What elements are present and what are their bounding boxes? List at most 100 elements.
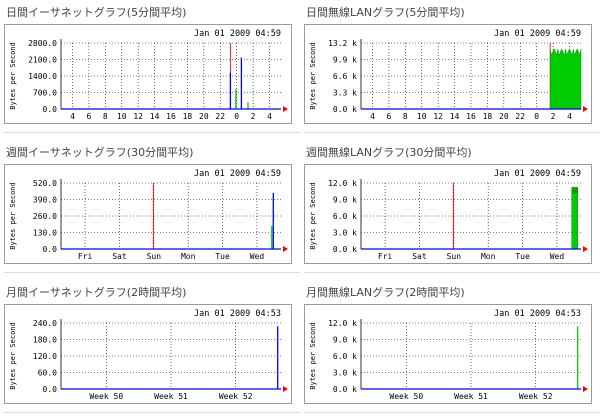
x-tick-label: Sun xyxy=(147,252,162,261)
y-tick-label: 9.9 k xyxy=(333,56,357,65)
graph-timestamp: Jan 01 2009 04:59 xyxy=(194,29,281,39)
x-tick-label: Tue xyxy=(215,252,230,261)
axis-arrow-icon xyxy=(283,386,288,392)
graph-timestamp: Jan 01 2009 04:53 xyxy=(494,309,581,319)
x-tick-label: Mon xyxy=(181,252,196,261)
y-tick-label: 12.0 k xyxy=(328,179,357,188)
y-tick-label: 2800.0 xyxy=(28,39,57,48)
y-axis-label: Bytes per Second xyxy=(309,182,317,249)
x-tick-label: 20 xyxy=(199,112,209,121)
y-tick-label: 0.0 k xyxy=(333,385,357,394)
graph-title: 月間イーサネットグラフ(2時間平均) xyxy=(6,286,187,299)
axis-arrow-icon xyxy=(583,386,588,392)
y-tick-label: 700.0 xyxy=(33,89,57,98)
y-axis-label: Bytes per Second xyxy=(309,322,317,389)
graph-svg: Jan 01 2009 04:53 Bytes per Second 240.0 18… xyxy=(9,309,288,401)
x-tick-label: 6 xyxy=(86,112,91,121)
x-tick-label: 4 xyxy=(267,112,272,121)
axis-arrow-icon xyxy=(283,246,288,252)
y-tick-label: 6.0 k xyxy=(333,212,357,221)
x-tick-label: 22 xyxy=(215,112,225,121)
x-tick-label: 4 xyxy=(70,112,75,121)
graph-svg: Jan 01 2009 04:53 Bytes per Second 12.0 k 9… xyxy=(309,309,588,401)
panel-divider xyxy=(4,272,300,273)
x-tick-label: 16 xyxy=(466,112,476,121)
graph-timestamp: Jan 01 2009 04:59 xyxy=(494,169,581,179)
graph-title: 週間無線LANグラフ(30分間平均) xyxy=(306,146,472,159)
graph-svg: Jan 01 2009 04:59 Bytes per Second 2800.0 2… xyxy=(9,29,288,121)
graph-panel-5: 月間イーサネットグラフ(2時間平均) Jan 01 2009 04:53 Bytes… xyxy=(4,282,300,420)
graph-panel-2: 日間無線LANグラフ(5分間平均) Jan 01 2009 04:59 Bytes … xyxy=(304,2,600,140)
x-tick-label: Week 51 xyxy=(454,392,488,401)
x-tick-label: 12 xyxy=(133,112,143,121)
x-tick-label: Fri xyxy=(378,252,393,261)
y-tick-label: 240.0 xyxy=(33,319,57,328)
x-tick-label: 14 xyxy=(450,112,460,121)
y-tick-label: 3.0 k xyxy=(333,369,357,378)
x-tick-label: Sat xyxy=(112,252,127,261)
x-tick-label: 8 xyxy=(403,112,408,121)
x-tick-label: 8 xyxy=(103,112,108,121)
graph-panel-1: 日間イーサネットグラフ(5分間平均) Jan 01 2009 04:59 Bytes… xyxy=(4,2,300,140)
y-tick-label: 520.0 xyxy=(33,179,57,188)
y-axis-label: Bytes per Second xyxy=(9,182,17,249)
x-tick-label: 14 xyxy=(150,112,160,121)
y-tick-label: 0.0 xyxy=(43,245,58,254)
y-tick-label: 0.0 xyxy=(43,385,58,394)
graph-canvas: Jan 01 2009 04:59 Bytes per Second 520.0 39… xyxy=(4,164,292,264)
graph-title: 日間無線LANグラフ(5分間平均) xyxy=(306,6,465,19)
graph-timestamp: Jan 01 2009 04:59 xyxy=(494,29,581,39)
x-tick-label: 0 xyxy=(534,112,539,121)
x-tick-label: 4 xyxy=(567,112,572,121)
y-axis-label: Bytes per Second xyxy=(309,42,317,109)
y-tick-label: 3.0 k xyxy=(333,229,357,238)
graph-timestamp: Jan 01 2009 04:53 xyxy=(194,309,281,319)
graph-title: 日間イーサネットグラフ(5分間平均) xyxy=(6,6,187,19)
x-tick-label: 20 xyxy=(499,112,509,121)
y-axis-label: Bytes per Second xyxy=(9,322,17,389)
x-tick-label: Week 50 xyxy=(89,392,123,401)
x-tick-label: Mon xyxy=(481,252,496,261)
y-tick-label: 6.0 k xyxy=(333,352,357,361)
y-tick-label: 130.0 xyxy=(33,229,57,238)
x-tick-label: 4 xyxy=(370,112,375,121)
x-tick-label: Wed xyxy=(250,252,265,261)
x-tick-label: 10 xyxy=(417,112,427,121)
graph-title: 週間イーサネットグラフ(30分間平均) xyxy=(6,146,194,159)
y-tick-label: 0.0 xyxy=(43,105,58,114)
graph-canvas: Jan 01 2009 04:59 Bytes per Second 12.0 k 9… xyxy=(304,164,592,264)
graph-panel-6: 月間無線LANグラフ(2時間平均) Jan 01 2009 04:53 Bytes … xyxy=(304,282,600,420)
x-tick-label: Tue xyxy=(515,252,530,261)
y-tick-label: 2100.0 xyxy=(28,56,57,65)
x-tick-label: 12 xyxy=(433,112,443,121)
x-tick-label: Week 50 xyxy=(389,392,423,401)
axis-arrow-icon xyxy=(583,106,588,112)
axis-arrow-icon xyxy=(283,106,288,112)
x-tick-label: 16 xyxy=(166,112,176,121)
y-tick-label: 13.2 k xyxy=(328,39,357,48)
x-tick-label: Week 51 xyxy=(154,392,188,401)
y-tick-label: 12.0 k xyxy=(328,319,357,328)
panel-divider xyxy=(304,272,600,273)
graph-svg: Jan 01 2009 04:59 Bytes per Second 12.0 k 9… xyxy=(309,169,588,261)
x-tick-label: Week 52 xyxy=(519,392,553,401)
y-tick-label: 0.0 k xyxy=(333,105,357,114)
x-tick-label: 22 xyxy=(515,112,525,121)
y-axis-label: Bytes per Second xyxy=(9,42,17,109)
x-tick-label: Fri xyxy=(78,252,93,261)
x-tick-label: 18 xyxy=(183,112,193,121)
x-tick-label: Wed xyxy=(550,252,565,261)
y-tick-label: 390.0 xyxy=(33,196,57,205)
y-tick-label: 1400.0 xyxy=(28,72,57,81)
inbound-area xyxy=(549,48,582,110)
y-tick-label: 260.0 xyxy=(33,212,57,221)
axis-arrow-icon xyxy=(583,246,588,252)
x-tick-label: Sat xyxy=(412,252,427,261)
x-tick-label: 0 xyxy=(234,112,239,121)
graph-grid: 日間イーサネットグラフ(5分間平均) Jan 01 2009 04:59 Bytes… xyxy=(0,0,600,415)
y-tick-label: 0.0 k xyxy=(333,245,357,254)
graph-title: 月間無線LANグラフ(2時間平均) xyxy=(306,286,465,299)
x-tick-label: 6 xyxy=(386,112,391,121)
graph-canvas: Jan 01 2009 04:53 Bytes per Second 12.0 k 9… xyxy=(304,304,592,404)
x-tick-label: 18 xyxy=(483,112,493,121)
